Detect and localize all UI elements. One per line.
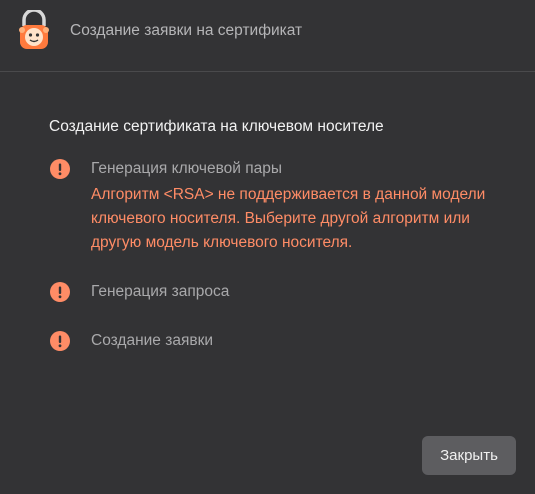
window-title: Создание заявки на сертификат bbox=[70, 22, 303, 39]
section-title: Создание сертификата на ключевом носител… bbox=[49, 118, 384, 135]
title-bar: Создание заявки на сертификат bbox=[0, 0, 535, 72]
exclamation-circle-icon bbox=[50, 159, 70, 179]
step-label: Генерация ключевой пары bbox=[91, 160, 283, 177]
step-label: Генерация запроса bbox=[91, 283, 230, 300]
exclamation-circle-icon bbox=[50, 282, 70, 302]
step-label: Создание заявки bbox=[91, 332, 214, 349]
exclamation-circle-icon bbox=[50, 331, 70, 351]
close-button[interactable]: Закрыть bbox=[422, 436, 516, 475]
step-error-message: Алгоритм <RSA> не поддерживается в данно… bbox=[91, 186, 486, 251]
padlock-mascot-icon bbox=[19, 10, 49, 49]
